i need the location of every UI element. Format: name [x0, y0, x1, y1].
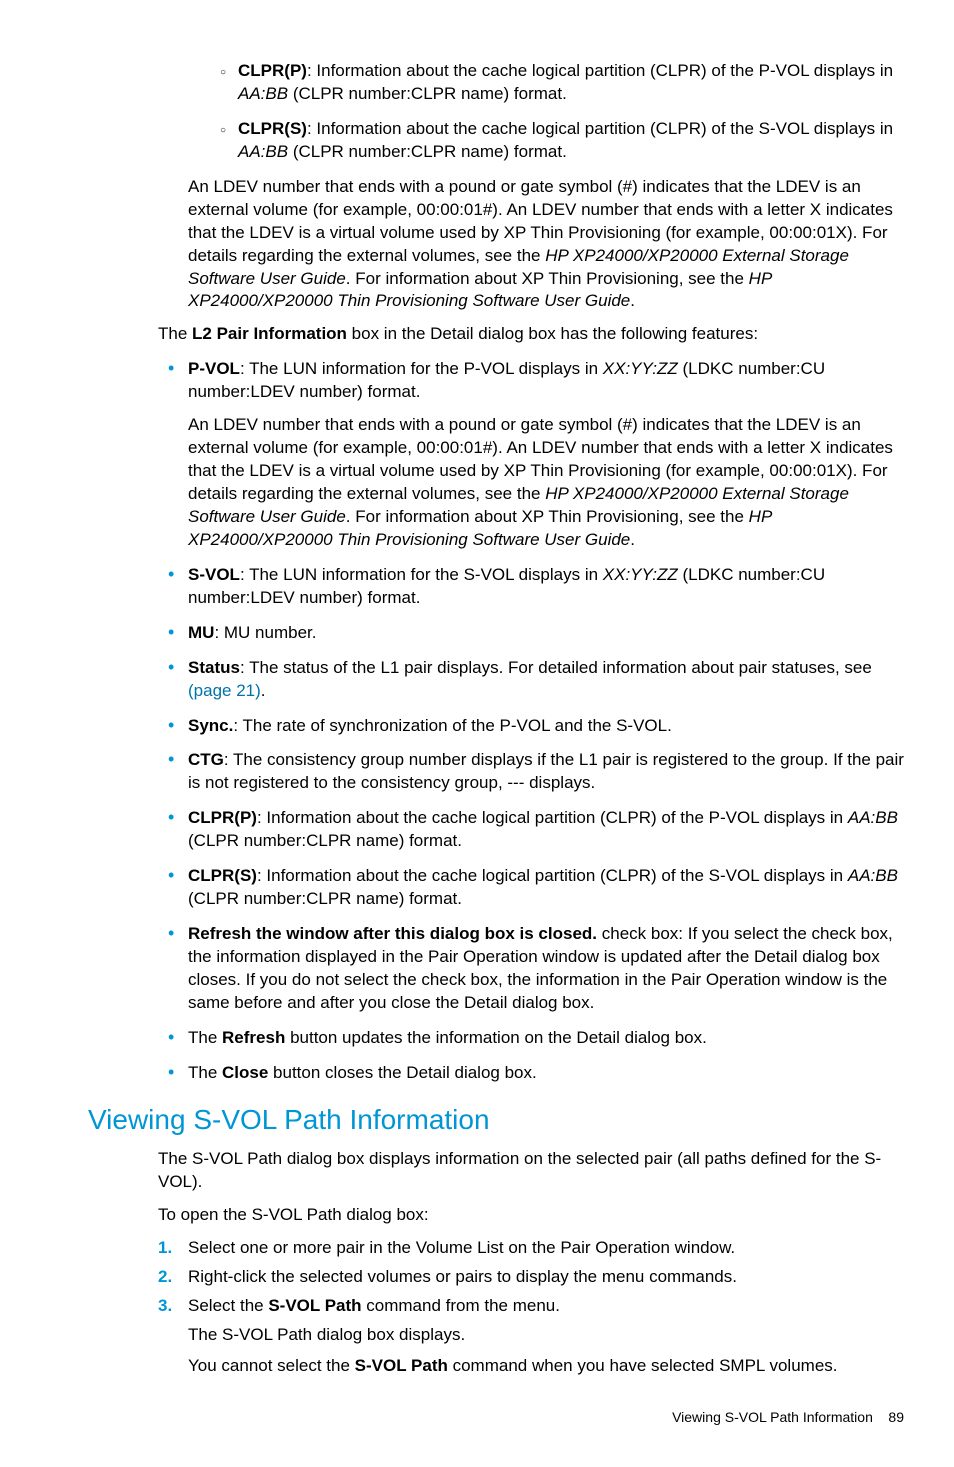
step-2: 2. Right-click the selected volumes or p… — [158, 1266, 904, 1289]
bullet-refresh-checkbox: • Refresh the window after this dialog b… — [168, 923, 904, 1015]
bullet-marker: • — [168, 564, 188, 610]
sub-bullet-clprp: ○ CLPR(P): Information about the cache l… — [220, 60, 904, 106]
step-text: Select one or more pair in the Volume Li… — [188, 1237, 735, 1260]
bullet-marker: • — [168, 715, 188, 738]
sub-bullet-list: ○ CLPR(P): Information about the cache l… — [220, 60, 904, 164]
bullet-content: P-VOL: The LUN information for the P-VOL… — [188, 358, 904, 552]
sub-bullet-clprs: ○ CLPR(S): Information about the cache l… — [220, 118, 904, 164]
bullet-sync: • Sync.: The rate of synchronization of … — [168, 715, 904, 738]
bullet-content: The Refresh button updates the informati… — [188, 1027, 904, 1050]
bullet-mu: • MU: MU number. — [168, 622, 904, 645]
footer-label: Viewing S-VOL Path Information — [672, 1409, 873, 1425]
step-number: 3. — [158, 1295, 188, 1318]
bullet-marker: • — [168, 749, 188, 795]
page-link[interactable]: (page 21) — [188, 681, 261, 700]
step-text: Right-click the selected volumes or pair… — [188, 1266, 737, 1289]
bullet-pvol: • P-VOL: The LUN information for the P-V… — [168, 358, 904, 552]
bullet-marker: • — [168, 657, 188, 703]
ldev-note: An LDEV number that ends with a pound or… — [188, 176, 904, 314]
step-1: 1. Select one or more pair in the Volume… — [158, 1237, 904, 1260]
footer-page: 89 — [888, 1409, 904, 1425]
bullet-content: CLPR(P): Information about the cache log… — [188, 807, 904, 853]
bullet-marker: • — [168, 1062, 188, 1085]
bullet-content: CTG: The consistency group number displa… — [188, 749, 904, 795]
bullet-close-button: • The Close button closes the Detail dia… — [168, 1062, 904, 1085]
svol-para-1: The S-VOL Path dialog box displays infor… — [158, 1148, 904, 1194]
ordered-steps: 1. Select one or more pair in the Volume… — [158, 1237, 904, 1318]
bullet-marker: ○ — [220, 60, 238, 106]
bullet-content: CLPR(S): Information about the cache log… — [188, 865, 904, 911]
bullet-refresh-button: • The Refresh button updates the informa… — [168, 1027, 904, 1050]
section-heading: Viewing S-VOL Path Information — [88, 1101, 904, 1139]
bullet-status: • Status: The status of the L1 pair disp… — [168, 657, 904, 703]
bullet-content: MU: MU number. — [188, 622, 904, 645]
bullet-content: Refresh the window after this dialog box… — [188, 923, 904, 1015]
step-number: 1. — [158, 1237, 188, 1260]
bullet-content: The Close button closes the Detail dialo… — [188, 1062, 904, 1085]
bullet-ctg: • CTG: The consistency group number disp… — [168, 749, 904, 795]
svol-para-2: To open the S-VOL Path dialog box: — [158, 1204, 904, 1227]
bullet-content: Sync.: The rate of synchronization of th… — [188, 715, 904, 738]
main-bullet-list: • P-VOL: The LUN information for the P-V… — [168, 358, 904, 1084]
step-3: 3. Select the S-VOL Path command from th… — [158, 1295, 904, 1318]
step3-sub2: You cannot select the S-VOL Path command… — [188, 1355, 904, 1378]
bullet-content: Status: The status of the L1 pair displa… — [188, 657, 904, 703]
bullet-svol: • S-VOL: The LUN information for the S-V… — [168, 564, 904, 610]
page-footer: Viewing S-VOL Path Information 89 — [88, 1408, 904, 1427]
bullet-text: CLPR(P): Information about the cache log… — [238, 60, 904, 106]
bullet-marker: • — [168, 358, 188, 552]
bullet-marker: • — [168, 923, 188, 1015]
bullet-marker: • — [168, 807, 188, 853]
bullet-clprp: • CLPR(P): Information about the cache l… — [168, 807, 904, 853]
bullet-marker: • — [168, 865, 188, 911]
bullet-clprs: • CLPR(S): Information about the cache l… — [168, 865, 904, 911]
bullet-text: CLPR(S): Information about the cache log… — [238, 118, 904, 164]
bullet-marker: ○ — [220, 118, 238, 164]
bullet-marker: • — [168, 622, 188, 645]
l2-intro: The L2 Pair Information box in the Detai… — [158, 323, 904, 346]
step-number: 2. — [158, 1266, 188, 1289]
bullet-marker: • — [168, 1027, 188, 1050]
step-text: Select the S-VOL Path command from the m… — [188, 1295, 560, 1318]
step3-sub1: The S-VOL Path dialog box displays. — [188, 1324, 904, 1347]
bullet-content: S-VOL: The LUN information for the S-VOL… — [188, 564, 904, 610]
